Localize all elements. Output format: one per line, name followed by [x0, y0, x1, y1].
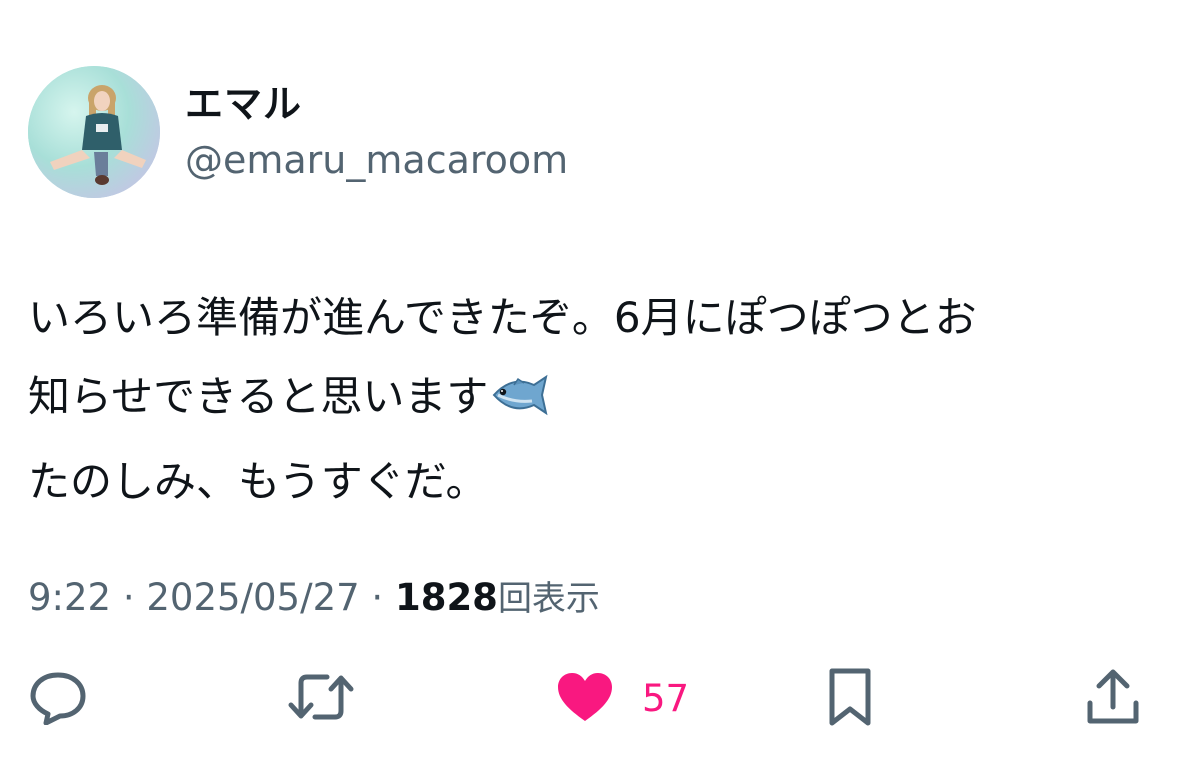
reply-icon: [28, 669, 88, 729]
tweet-text-line-with-emoji: 知らせできると思います: [28, 357, 1148, 442]
avatar[interactable]: [28, 66, 160, 198]
like-button[interactable]: 57: [556, 664, 689, 734]
tweet-time[interactable]: 9:22: [28, 576, 111, 619]
share-icon: [1086, 667, 1140, 731]
retweet-button[interactable]: [287, 664, 355, 734]
action-bar: 57: [0, 664, 1179, 734]
tweet-meta: 9:22 · 2025/05/27 · 1828回表示: [28, 574, 600, 623]
views-count[interactable]: 1828: [395, 576, 498, 619]
share-button[interactable]: [1086, 664, 1140, 734]
tweet-text: いろいろ準備が進んできたぞ。6月にぽつぽつとお 知らせできると思います たのしみ…: [28, 278, 1148, 521]
tweet-date[interactable]: 2025/05/27: [146, 576, 359, 619]
fish-emoji: [490, 363, 550, 442]
meta-separator: ·: [359, 576, 395, 619]
tweet-detail: エマル @emaru_macaroom いろいろ準備が進んできたぞ。6月にぽつぽ…: [0, 0, 1179, 772]
bookmark-icon: [826, 667, 874, 731]
tweet-text-line: 知らせできると思います: [28, 372, 489, 421]
views-label: 回表示: [497, 579, 600, 619]
avatar-image: [28, 66, 160, 198]
reply-button[interactable]: [28, 664, 88, 734]
retweet-icon: [287, 669, 355, 729]
tweet-text-line: いろいろ準備が進んできたぞ。6月にぽつぽつとお: [28, 293, 977, 342]
like-count: 57: [642, 677, 690, 720]
meta-separator: ·: [111, 576, 147, 619]
display-name[interactable]: エマル: [185, 80, 302, 128]
bookmark-button[interactable]: [826, 664, 874, 734]
user-handle[interactable]: @emaru_macaroom: [185, 136, 568, 184]
heart-icon: [556, 671, 614, 727]
tweet-text-line: たのしみ、もうすぐだ。: [28, 457, 488, 506]
